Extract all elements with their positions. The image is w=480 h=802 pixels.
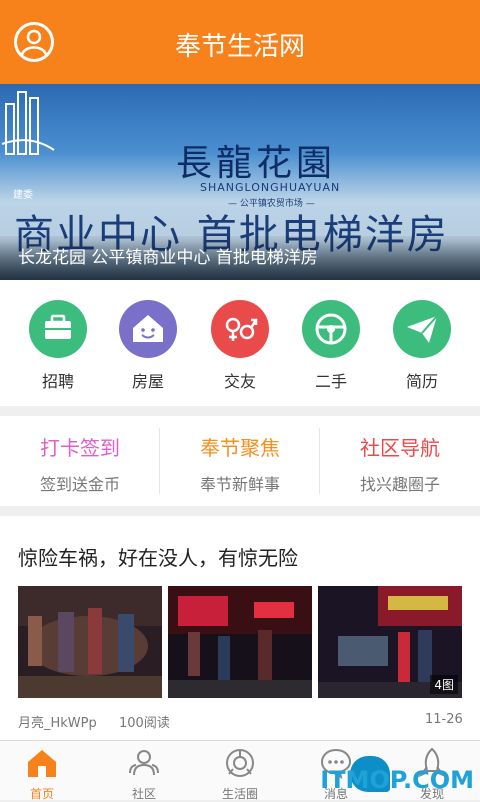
life-circle-icon xyxy=(223,747,257,779)
building-logo-icon xyxy=(0,84,60,166)
tab-label: 社区 xyxy=(108,785,180,802)
feature-community-nav[interactable]: 社区导航 找兴趣圈子 xyxy=(320,416,480,506)
feature-title: 奉节聚焦 xyxy=(160,432,320,461)
article-date: 11-26 xyxy=(425,712,463,727)
category-recruit[interactable]: 招聘 xyxy=(18,300,98,392)
tab-life-circle[interactable]: 生活圈 xyxy=(204,747,276,802)
briefcase-icon xyxy=(29,300,87,358)
tab-home[interactable]: 首页 xyxy=(6,747,78,802)
feature-subtitle: 找兴趣圈子 xyxy=(320,471,480,495)
feature-title: 社区导航 xyxy=(320,432,480,461)
feature-focus[interactable]: 奉节聚焦 奉节新鲜事 xyxy=(160,416,320,506)
tab-label: 生活圈 xyxy=(204,785,276,802)
feature-checkin[interactable]: 打卡签到 签到送金币 xyxy=(0,416,160,506)
banner-brand: 長龍花園 xyxy=(176,134,336,186)
steering-wheel-icon xyxy=(302,300,360,358)
article-title: 惊险车祸，好在没人，有惊无险 xyxy=(18,542,298,571)
category-dating[interactable]: 交友 xyxy=(200,300,280,392)
category-label: 招聘 xyxy=(18,368,98,392)
top-bar: 奉节生活网 xyxy=(0,0,480,84)
article-image[interactable] xyxy=(18,586,162,698)
article-image[interactable] xyxy=(168,586,312,698)
banner-caption: 长龙花园 公平镇商业中心 首批电梯洋房 xyxy=(18,243,318,268)
feature-subtitle: 奉节新鲜事 xyxy=(160,471,320,495)
home-icon xyxy=(25,747,59,779)
tab-community[interactable]: 社区 xyxy=(108,747,180,802)
feature-subtitle: 签到送金币 xyxy=(0,471,160,495)
community-icon xyxy=(127,747,161,779)
quick-category-panel: 招聘 房屋 交友 xyxy=(0,280,480,406)
tab-label: 首页 xyxy=(6,785,78,802)
article-reads: 100阅读 xyxy=(119,712,170,731)
feature-panel: 打卡签到 签到送金币 奉节聚焦 奉节新鲜事 社区导航 找兴趣圈子 xyxy=(0,416,480,506)
article-author[interactable]: 月亮_HkWPp xyxy=(18,712,97,731)
banner-pinyin: SHANGLONGHUAYUAN xyxy=(200,181,340,194)
paper-plane-icon xyxy=(393,300,451,358)
app-title: 奉节生活网 xyxy=(0,26,480,63)
category-label: 二手 xyxy=(291,368,371,392)
image-count-badge: 4图 xyxy=(430,675,458,694)
category-label: 房屋 xyxy=(108,368,188,392)
feature-title: 打卡签到 xyxy=(0,432,160,461)
house-icon xyxy=(119,300,177,358)
watermark: ITMOP.COM xyxy=(320,766,474,794)
category-label: 交友 xyxy=(200,368,280,392)
banner-logo-text: 建委 xyxy=(13,186,33,201)
gender-icon xyxy=(211,300,269,358)
category-label: 简历 xyxy=(382,368,462,392)
promo-banner[interactable]: 建委 長龍花園 SHANGLONGHUAYUAN — 公平镇农贸市场 — 商业中… xyxy=(0,84,480,280)
category-secondhand[interactable]: 二手 xyxy=(291,300,371,392)
category-resume[interactable]: 简历 xyxy=(382,300,462,392)
article-card[interactable]: 惊险车祸，好在没人，有惊无险 xyxy=(0,516,480,740)
category-housing[interactable]: 房屋 xyxy=(108,300,188,392)
article-image[interactable]: 4图 xyxy=(318,586,462,698)
